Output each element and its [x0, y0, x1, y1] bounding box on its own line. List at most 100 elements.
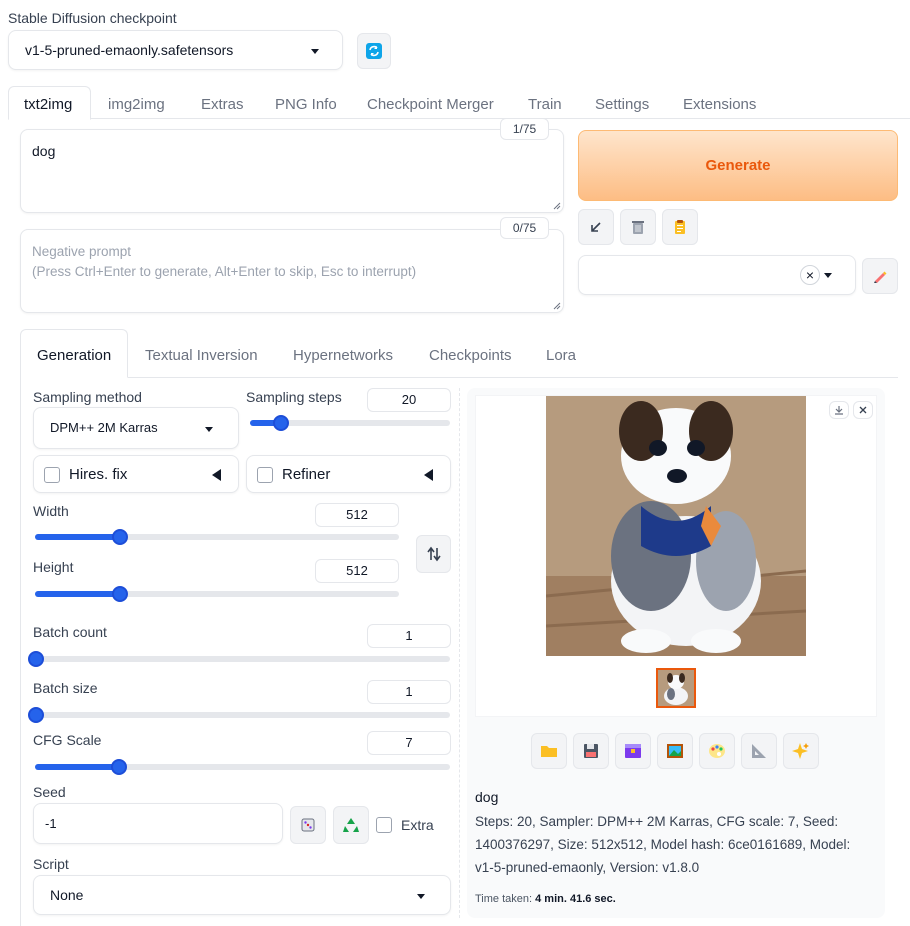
- save-button[interactable]: [573, 733, 609, 769]
- download-icon: [835, 406, 843, 415]
- open-folder-button[interactable]: [531, 733, 567, 769]
- checkpoint-dropdown[interactable]: v1-5-pruned-emaonly.safetensors: [8, 30, 343, 70]
- seed-extra-checkbox[interactable]: [376, 817, 392, 833]
- chevron-down-icon: [311, 49, 319, 54]
- chevron-down-icon: [824, 273, 832, 278]
- clear-styles-icon[interactable]: ×: [800, 265, 820, 285]
- output-prompt-caption: dog: [475, 789, 499, 805]
- sparkles-icon: [792, 743, 809, 759]
- send-to-extras-button[interactable]: [741, 733, 777, 769]
- cfg-scale-input[interactable]: 7: [367, 731, 451, 755]
- edit-styles-button[interactable]: [862, 258, 898, 294]
- cfg-scale-label: CFG Scale: [33, 732, 102, 748]
- sampling-steps-input[interactable]: 20: [367, 388, 451, 412]
- collapse-arrow-icon[interactable]: [424, 469, 433, 481]
- height-label: Height: [33, 559, 74, 575]
- clear-prompt-button[interactable]: [620, 209, 656, 245]
- swap-dimensions-button[interactable]: [416, 535, 451, 573]
- refresh-icon: [366, 43, 382, 59]
- zip-archive-icon: [625, 744, 641, 758]
- pencil-icon: [874, 271, 887, 283]
- hires-fix-accordion[interactable]: Hires. fix: [33, 455, 239, 493]
- tab-png-info[interactable]: PNG Info: [275, 96, 337, 113]
- slider-thumb[interactable]: [273, 415, 289, 431]
- tab-checkpoint-merger[interactable]: Checkpoint Merger: [367, 96, 494, 113]
- generated-image[interactable]: [546, 396, 806, 656]
- sampling-method-dropdown[interactable]: DPM++ 2M Karras: [33, 407, 239, 449]
- batch-count-slider[interactable]: [28, 651, 450, 667]
- subtab-textual-inversion[interactable]: Textual Inversion: [145, 347, 258, 364]
- height-slider[interactable]: [35, 586, 399, 602]
- floppy-disk-icon: [584, 744, 598, 758]
- tab-settings[interactable]: Settings: [595, 96, 649, 113]
- resize-handle-icon[interactable]: [553, 202, 561, 210]
- read-params-button[interactable]: [578, 209, 614, 245]
- subtab-hypernetworks[interactable]: Hypernetworks: [293, 347, 393, 364]
- refresh-checkpoint-button[interactable]: [357, 33, 391, 69]
- script-dropdown[interactable]: None: [33, 875, 451, 915]
- chevron-down-icon: [205, 427, 213, 432]
- subtab-bar-divider: [128, 377, 898, 378]
- subtab-checkpoints[interactable]: Checkpoints: [429, 347, 512, 364]
- tab-extensions[interactable]: Extensions: [683, 96, 756, 113]
- refiner-accordion[interactable]: Refiner: [246, 455, 451, 493]
- chevron-down-icon: [417, 894, 425, 899]
- negative-prompt-token-counter: 0/75: [500, 217, 549, 239]
- batch-size-input[interactable]: 1: [367, 680, 451, 704]
- picture-icon: [667, 744, 683, 758]
- tab-img2img[interactable]: img2img: [108, 96, 165, 113]
- subtab-generation[interactable]: Generation: [37, 347, 111, 364]
- seed-input[interactable]: -1: [33, 803, 283, 844]
- width-label: Width: [33, 503, 69, 519]
- palette-icon: [709, 744, 725, 758]
- prompt-token-counter: 1/75: [500, 118, 549, 140]
- recycle-icon: [343, 818, 359, 832]
- width-input[interactable]: 512: [315, 503, 399, 527]
- seed-value: -1: [45, 816, 57, 831]
- slider-thumb[interactable]: [111, 586, 128, 602]
- prompt-textarea[interactable]: dog: [20, 129, 564, 213]
- hires-fix-checkbox[interactable]: [44, 467, 60, 483]
- batch-size-slider[interactable]: [28, 707, 450, 723]
- width-slider[interactable]: [35, 529, 399, 545]
- random-seed-button[interactable]: [290, 806, 326, 844]
- download-image-button[interactable]: [829, 401, 849, 419]
- negative-prompt-textarea[interactable]: Negative prompt (Press Ctrl+Enter to gen…: [20, 229, 564, 313]
- slider-thumb[interactable]: [111, 759, 127, 775]
- tab-extras[interactable]: Extras: [201, 96, 244, 113]
- save-zip-button[interactable]: [615, 733, 651, 769]
- generate-button[interactable]: Generate: [578, 130, 898, 201]
- image-thumbnail[interactable]: [656, 668, 696, 708]
- styles-dropdown[interactable]: ×: [578, 255, 856, 295]
- slider-thumb[interactable]: [28, 707, 44, 723]
- cfg-scale-slider[interactable]: [35, 759, 450, 775]
- upscale-button[interactable]: [783, 733, 819, 769]
- send-to-img2img-button[interactable]: [657, 733, 693, 769]
- negative-prompt-placeholder: Negative prompt (Press Ctrl+Enter to gen…: [32, 244, 417, 279]
- time-taken-label: Time taken:: [475, 893, 533, 905]
- slider-thumb[interactable]: [111, 529, 128, 545]
- refiner-checkbox[interactable]: [257, 467, 273, 483]
- send-to-inpaint-button[interactable]: [699, 733, 735, 769]
- reuse-seed-button[interactable]: [333, 806, 369, 844]
- batch-count-input[interactable]: 1: [367, 624, 451, 648]
- sampling-steps-slider[interactable]: [250, 415, 450, 431]
- tab-bar-divider: [91, 118, 910, 119]
- folder-icon: [541, 746, 557, 757]
- script-value: None: [50, 887, 84, 903]
- generation-panel-divider: [459, 388, 460, 918]
- dice-icon: [301, 818, 315, 832]
- resize-handle-icon[interactable]: [553, 302, 561, 310]
- seed-extra-label: Extra: [401, 817, 434, 833]
- height-input[interactable]: 512: [315, 559, 399, 583]
- prompt-text: dog: [32, 143, 56, 159]
- close-image-button[interactable]: [853, 401, 873, 419]
- subtab-lora[interactable]: Lora: [546, 347, 576, 364]
- collapse-arrow-icon[interactable]: [212, 469, 221, 481]
- slider-thumb[interactable]: [28, 651, 44, 667]
- refiner-label: Refiner: [282, 466, 331, 483]
- apply-styles-button[interactable]: [662, 209, 698, 245]
- tab-train[interactable]: Train: [528, 96, 562, 113]
- tab-txt2img[interactable]: txt2img: [24, 96, 72, 113]
- sampling-steps-label: Sampling steps: [246, 389, 342, 405]
